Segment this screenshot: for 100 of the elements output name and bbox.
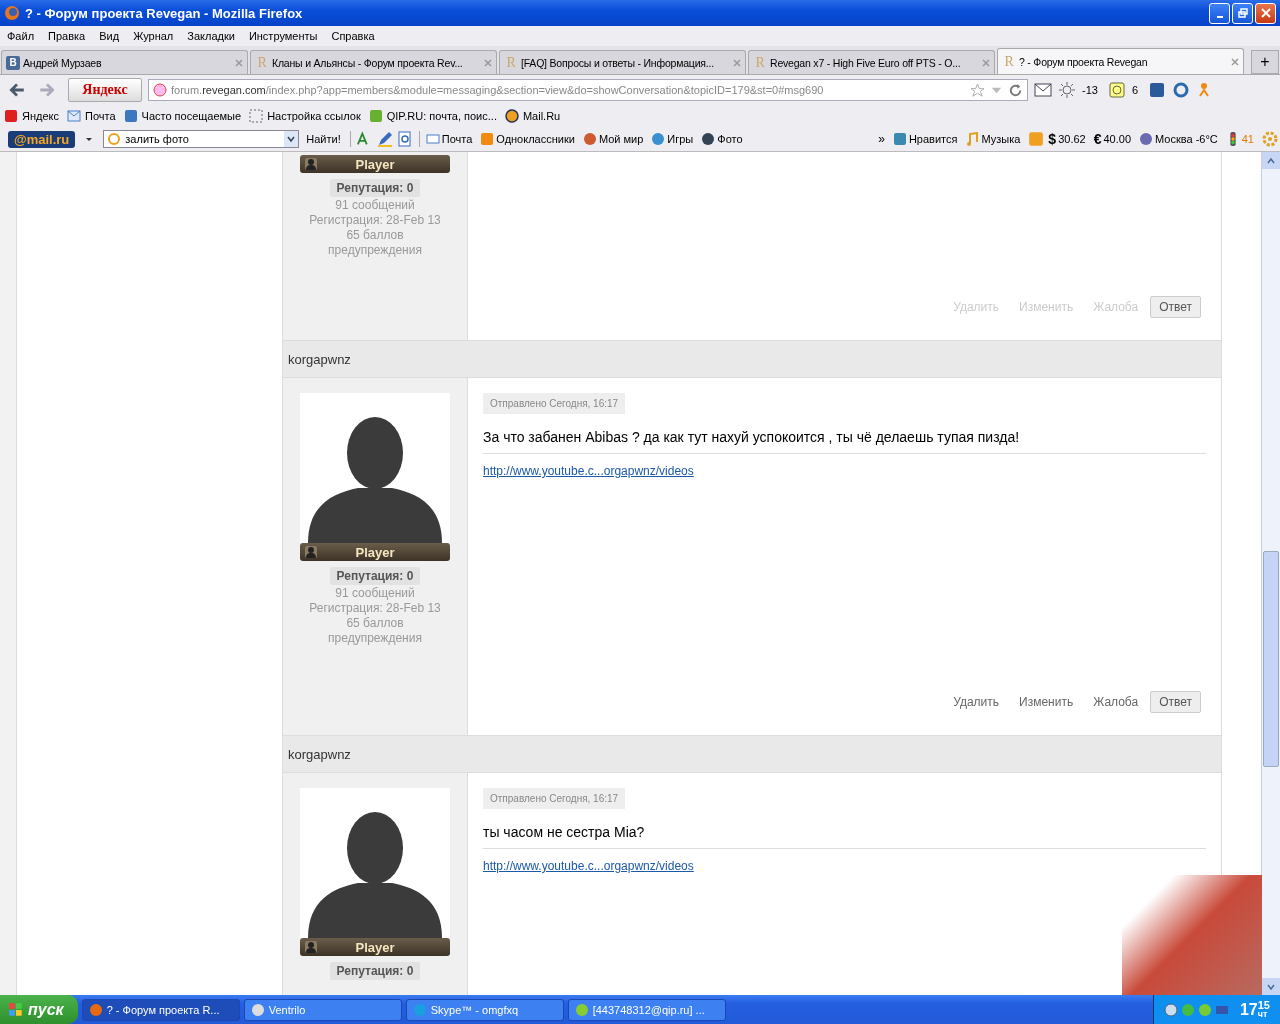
scrollbar-thumb[interactable] [1263, 551, 1279, 767]
close-icon[interactable] [982, 58, 990, 67]
envelope-icon [425, 132, 440, 146]
menu-item[interactable]: Вид [99, 30, 120, 42]
post-action-link[interactable]: Изменить [1019, 695, 1074, 709]
bookmark-link[interactable]: Почта [67, 109, 116, 123]
bookmark-link[interactable]: Настройка ссылок [249, 109, 361, 123]
reload-icon[interactable] [1008, 82, 1023, 98]
menu-item[interactable]: Закладки [187, 30, 235, 42]
close-button[interactable] [1255, 2, 1276, 24]
toolbar-link[interactable]: Мой мир [582, 132, 644, 146]
taskbar-button[interactable]: Skype™ - omgfxq [405, 998, 564, 1021]
circle-icon [504, 109, 519, 123]
menu-item[interactable]: Правка [48, 30, 86, 42]
circle-icon [1139, 132, 1153, 146]
toolbar-link[interactable]: Игры [651, 132, 694, 146]
reply-button[interactable]: Ответ [1150, 296, 1201, 318]
menu-item[interactable]: Справка [331, 30, 375, 42]
address-bar[interactable]: forum.revegan.com/index.php?app=members&module=messaging&section=view&do=showConversation&topicID=179&st=0#msg690 [148, 79, 1028, 101]
app-icon[interactable] [1148, 82, 1167, 98]
menu-item[interactable]: Журнал [133, 30, 174, 42]
browser-tab[interactable]: R ? - Форум проекта Revegan [997, 48, 1244, 74]
yandex-button[interactable]: Яндекс [68, 78, 142, 102]
toolbar-link[interactable]: Одноклассники [480, 132, 575, 146]
sun-icon[interactable] [1058, 82, 1076, 98]
menu-item[interactable]: Инструменты [248, 30, 318, 42]
toolbar-link[interactable]: Фото [701, 132, 743, 146]
magnifier-icon[interactable] [396, 131, 413, 147]
site-icon [153, 83, 167, 97]
signature-link[interactable]: http://www.youtube.c...orgapwnz/videos [483, 464, 694, 478]
back-arrow-icon[interactable] [8, 81, 26, 99]
scroll-down-button[interactable] [1262, 978, 1280, 995]
author-name[interactable]: korgapwnz [288, 351, 351, 367]
music-link[interactable]: Музыка [965, 132, 1021, 146]
close-icon [1260, 8, 1271, 18]
square-icon [892, 132, 907, 146]
dropdown-button[interactable] [284, 131, 299, 147]
close-icon[interactable] [733, 58, 741, 67]
taskbar-button[interactable]: Ventrilo [243, 998, 402, 1021]
group-badge: Player [300, 938, 450, 956]
reputation-badge: Репутация: 0 [329, 962, 421, 980]
star-icon[interactable] [970, 82, 985, 98]
more-chevron[interactable]: » [878, 132, 885, 146]
reputation-badge: Репутация: 0 [329, 179, 421, 197]
new-tab-button[interactable]: + [1251, 50, 1279, 74]
bookmark-link[interactable]: Часто посещаемые [123, 109, 242, 123]
taskbar-button[interactable]: [443748312@qip.ru] ... [567, 998, 726, 1021]
pencil-icon[interactable] [376, 131, 393, 147]
temperature-text: -13 [1082, 84, 1098, 96]
person-icon [305, 158, 317, 170]
signature-link[interactable]: http://www.youtube.c...orgapwnz/videos [483, 859, 694, 873]
settings-icon[interactable] [1262, 131, 1278, 147]
square-icon [123, 109, 138, 123]
post-message: ты часом не сестра Mia? [483, 824, 1206, 849]
menu-item[interactable]: Файл [7, 30, 35, 42]
close-icon[interactable] [1231, 57, 1239, 66]
mailru-logo[interactable]: @mail.ru [8, 130, 76, 148]
bookmark-link[interactable]: Mail.Ru [504, 109, 561, 123]
currency-rate[interactable]: $30.62 [1048, 131, 1086, 147]
taskbar-button[interactable]: ? - Форум проекта R... [81, 998, 240, 1021]
browser-tab[interactable]: R Кланы и Альянсы - Форум проекта Rev... [250, 50, 497, 74]
dropdown-icon[interactable] [85, 135, 94, 143]
find-button[interactable]: Найти! [303, 133, 344, 145]
window-title: ? - Форум проекта Revegan - Mozilla Firefox [25, 5, 304, 21]
close-icon[interactable] [484, 58, 492, 67]
author-stat: Регистрация: 28-Feb 13 [309, 601, 441, 615]
weather-link[interactable]: Москва -6°C [1139, 132, 1218, 146]
close-icon[interactable] [235, 58, 243, 67]
like-link[interactable]: Нравится [892, 132, 958, 146]
person-icon [305, 941, 317, 953]
author-stat: 65 баллов [346, 616, 404, 630]
minimize-icon [1216, 16, 1223, 18]
group-badge: Player [300, 543, 450, 561]
clock-icon[interactable] [1107, 82, 1126, 98]
flag-icon [8, 1001, 24, 1018]
bookmark-link[interactable]: Яндекс [4, 109, 59, 123]
forward-arrow-icon[interactable] [38, 81, 56, 99]
bookmark-link[interactable]: QIP.RU: почта, поис... [368, 109, 497, 123]
currency-rate[interactable]: €40.00 [1093, 131, 1131, 147]
scroll-up-button[interactable] [1262, 152, 1280, 169]
author-stat: 91 сообщений [335, 586, 415, 600]
game-ad-picture[interactable] [1122, 875, 1262, 995]
minimize-button[interactable] [1209, 2, 1230, 24]
author-stat: 91 сообщений [335, 198, 415, 212]
browser-tab[interactable]: В Андрей Мурзаев [1, 50, 248, 74]
restore-button[interactable] [1232, 2, 1253, 24]
circle-icon [651, 132, 666, 146]
toolbar-link[interactable]: Почта [425, 132, 473, 146]
mail-icon[interactable] [1034, 82, 1052, 98]
author-name[interactable]: korgapwnz [288, 746, 351, 762]
browser-tab[interactable]: R [FAQ] Вопросы и ответы - Информация... [499, 50, 746, 74]
counter-text: 6 [1131, 84, 1139, 96]
post-action-link[interactable]: Жалоба [1093, 695, 1139, 709]
browser-tab[interactable]: R Revegan x7 - High Five Euro off PTS - O... [748, 50, 995, 74]
reply-button[interactable]: Ответ [1150, 691, 1201, 713]
post-action-link[interactable]: Удалить [953, 695, 1000, 709]
author-stat: предупреждения [328, 243, 422, 257]
app-icon[interactable] [1172, 82, 1191, 98]
circle-icon[interactable] [1163, 1002, 1178, 1017]
search-field[interactable]: залить фото [103, 130, 300, 148]
